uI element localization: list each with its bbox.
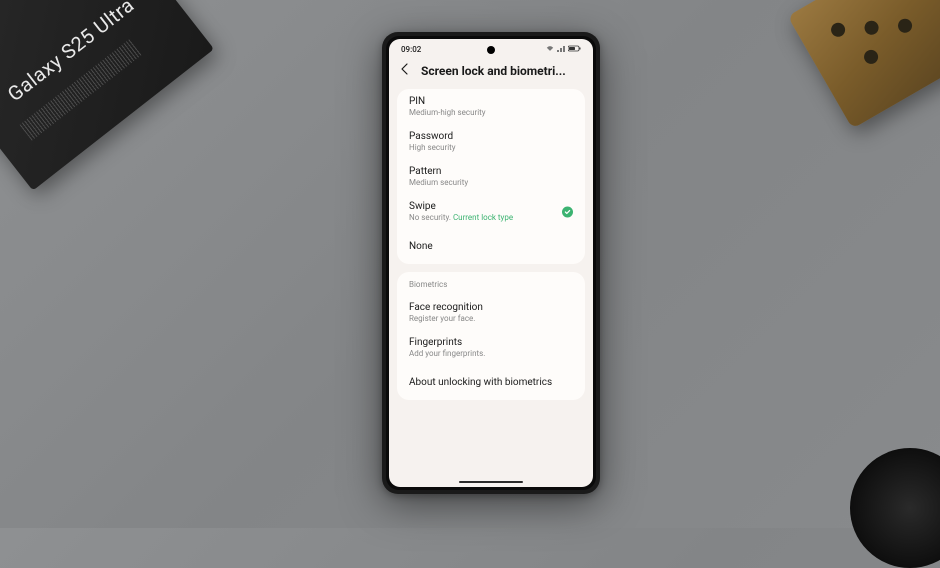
check-icon xyxy=(562,206,573,217)
item-title: Password xyxy=(409,131,573,142)
item-title: Fingerprints xyxy=(409,337,573,348)
about-biometrics[interactable]: About unlocking with biometrics xyxy=(397,365,585,400)
item-title: None xyxy=(409,241,573,252)
lock-option-password[interactable]: Password High security xyxy=(397,124,585,159)
biometric-face[interactable]: Face recognition Register your face. xyxy=(397,295,585,330)
page-header: Screen lock and biometri... xyxy=(389,57,593,89)
lock-option-pattern[interactable]: Pattern Medium security xyxy=(397,159,585,194)
phone-screen: 09:02 Screen lock and bio xyxy=(389,39,593,487)
item-title: Pattern xyxy=(409,166,573,177)
status-time: 09:02 xyxy=(401,45,421,54)
wooden-object xyxy=(788,0,940,129)
lock-option-none[interactable]: None xyxy=(397,229,585,264)
biometric-fingerprints[interactable]: Fingerprints Add your fingerprints. xyxy=(397,330,585,365)
item-title: Face recognition xyxy=(409,302,573,313)
item-subtitle: Add your fingerprints. xyxy=(409,349,573,358)
camera-cutout xyxy=(487,46,495,54)
wifi-icon xyxy=(546,45,554,54)
item-title: PIN xyxy=(409,96,573,107)
biometrics-section: Biometrics Face recognition Register you… xyxy=(397,272,585,400)
battery-icon xyxy=(568,45,581,54)
item-subtitle: No security. Current lock type xyxy=(409,213,573,222)
section-header-biometrics: Biometrics xyxy=(397,272,585,295)
phone-device: 09:02 Screen lock and bio xyxy=(382,32,600,494)
status-icons xyxy=(546,45,581,54)
page-title: Screen lock and biometri... xyxy=(421,64,566,78)
dark-round-object xyxy=(850,448,940,568)
back-button[interactable] xyxy=(399,63,411,79)
current-lock-indicator: Current lock type xyxy=(453,213,513,222)
lock-type-section: PIN Medium-high security Password High s… xyxy=(397,89,585,264)
gesture-bar[interactable] xyxy=(459,481,523,483)
item-subtitle: Medium-high security xyxy=(409,108,573,117)
signal-icon xyxy=(557,45,565,54)
lock-option-swipe[interactable]: Swipe No security. Current lock type xyxy=(397,194,585,229)
item-title: About unlocking with biometrics xyxy=(409,377,573,388)
item-subtitle: High security xyxy=(409,143,573,152)
item-subtitle: Medium security xyxy=(409,178,573,187)
item-title: Swipe xyxy=(409,201,573,212)
product-box: Galaxy S25 Ultra xyxy=(0,0,214,191)
item-subtitle: Register your face. xyxy=(409,314,573,323)
lock-option-pin[interactable]: PIN Medium-high security xyxy=(397,89,585,124)
